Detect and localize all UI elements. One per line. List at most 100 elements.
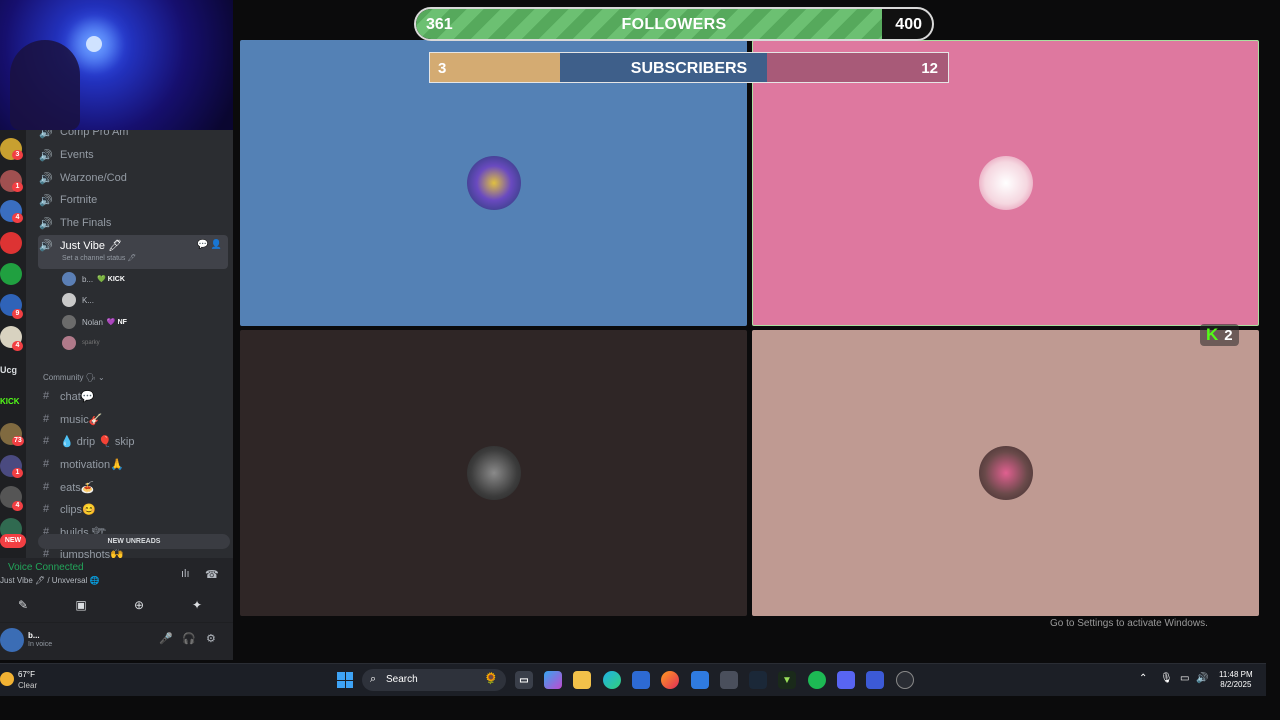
text-channel[interactable]: # music🎸: [38, 409, 228, 429]
participant-avatar: [978, 446, 1033, 500]
hash-icon: #: [42, 503, 50, 515]
voice-user[interactable]: K...: [62, 291, 222, 309]
steam-icon[interactable]: [749, 671, 767, 689]
channel-actions-icon[interactable]: 💬 👤: [197, 239, 222, 250]
voice-channel[interactable]: 🔊 Fortnite: [38, 190, 228, 210]
subscribers-goal: 12: [921, 60, 938, 77]
soundboard-button[interactable]: ✦: [174, 595, 220, 615]
server-icon[interactable]: [0, 232, 22, 254]
kick-icon: K: [1206, 325, 1219, 344]
server-badge: 4: [12, 501, 23, 511]
voice-channel[interactable]: 🔊 Warzone/Cod: [38, 168, 228, 188]
text-channel[interactable]: # clips😊: [38, 499, 228, 519]
viewer-count: 2: [1224, 326, 1233, 344]
camera-off-button[interactable]: ✎: [0, 595, 46, 615]
server-kick-label[interactable]: KICK: [0, 397, 20, 406]
speaker-icon: 🔊: [39, 149, 53, 162]
weather-moon-icon[interactable]: [0, 672, 14, 686]
channel-status[interactable]: Set a channel status 🖊: [62, 254, 136, 262]
speaker-icon: 🔊: [39, 130, 53, 139]
category-header[interactable]: Community 🗣 ⌄: [43, 373, 105, 382]
followers-goal: 400: [895, 16, 922, 33]
screen-edge: [1266, 0, 1280, 720]
voice-channel-active[interactable]: 🔊 Just Vibe 🖊 💬 👤: [38, 235, 228, 269]
screen-share-button[interactable]: ▣: [58, 595, 104, 615]
hash-icon: #: [42, 435, 50, 447]
avatar: [62, 315, 76, 329]
avatar[interactable]: [0, 628, 24, 652]
search-icon: ⌕: [370, 673, 377, 685]
screen-share-icon: ▣: [75, 598, 87, 612]
avatar: [62, 272, 76, 286]
voice-channel[interactable]: 🔊 The Finals: [38, 213, 228, 233]
obs-icon[interactable]: [896, 671, 914, 689]
server-badge: 4: [12, 341, 23, 351]
edge-icon[interactable]: [603, 671, 621, 689]
taskbar: 67°F Clear ⌕ Search 🌻 ▭ ▼ ⌃ 🎙 ▭ 🔊 11:48 …: [0, 663, 1266, 696]
webcam-light: [86, 36, 102, 52]
followers-goal-bar: 361 FOLLOWERS 400: [414, 7, 934, 41]
server-icon[interactable]: [0, 263, 22, 285]
taskbar-search[interactable]: ⌕ Search 🌻: [362, 669, 506, 691]
voice-location[interactable]: Just Vibe 🖊 / Unxversal 🌐: [0, 576, 100, 585]
text-channel[interactable]: # motivation🙏: [38, 454, 228, 474]
gear-icon[interactable]: ⚙: [206, 632, 216, 645]
task-view-icon[interactable]: ▭: [515, 671, 533, 689]
new-unreads-button[interactable]: NEW UNREADS: [38, 534, 230, 549]
activate-windows-watermark: Go to Settings to activate Windows.: [1050, 618, 1208, 629]
channel-sidebar: 🔊 Comp Pro Am 🔊 Events 🔊 Warzone/Cod 🔊 Fortn…: [26, 130, 233, 558]
server-badge: 1: [12, 182, 23, 192]
voice-user[interactable]: b... 💚 KICK: [62, 270, 222, 288]
app-icon[interactable]: [866, 671, 884, 689]
voice-channel[interactable]: 🔊 Comp Pro Am: [38, 130, 228, 142]
speaker-icon: 🔊: [39, 194, 53, 207]
voice-panel: Voice Connected Just Vibe 🖊 / Unxversal …: [0, 558, 233, 623]
text-channel[interactable]: # eats🍝: [38, 477, 228, 497]
dropbox-icon[interactable]: [691, 671, 709, 689]
copilot-icon[interactable]: [544, 671, 562, 689]
activity-button[interactable]: ⊕: [116, 595, 162, 615]
weather-desc[interactable]: Clear: [18, 681, 37, 690]
file-explorer-icon[interactable]: [573, 671, 591, 689]
speaker-icon: 🔊: [39, 240, 53, 252]
nvidia-icon[interactable]: ▼: [778, 671, 796, 689]
screen: 3 1 4 9 4 Ucg KICK 73 1 4 NEW 🔊 Comp Pro …: [0, 0, 1280, 720]
server-badge: 9: [12, 309, 23, 319]
microphone-icon[interactable]: 🎤: [159, 632, 173, 645]
video-tile[interactable]: [240, 330, 747, 616]
participant-avatar: [978, 156, 1033, 210]
microphone-icon[interactable]: 🎙: [1160, 673, 1173, 684]
discord-icon[interactable]: [837, 671, 855, 689]
voice-user[interactable]: sparky: [62, 334, 222, 352]
volume-icon[interactable]: 🔊: [1196, 673, 1208, 684]
webcam-person: [10, 40, 80, 130]
voice-channel[interactable]: 🔊 Events: [38, 145, 228, 165]
new-unreads-pill[interactable]: NEW: [0, 534, 26, 548]
text-channel[interactable]: # 💧 drip 🎈 skip: [38, 431, 228, 451]
sunflower-icon: 🌻: [484, 673, 498, 685]
headphones-icon[interactable]: 🎧: [182, 632, 196, 645]
spotify-icon[interactable]: [808, 671, 826, 689]
participant-avatar: [466, 156, 521, 210]
server-badge: 1: [12, 468, 23, 478]
disconnect-icon[interactable]: ☎: [205, 568, 219, 581]
noise-suppression-icon[interactable]: ılı: [181, 568, 190, 580]
text-channel[interactable]: # chat💬: [38, 386, 228, 406]
app-window-icon[interactable]: [720, 671, 738, 689]
chevron-up-icon[interactable]: ⌃: [1139, 673, 1147, 684]
store-icon[interactable]: [632, 671, 650, 689]
speaker-icon: 🔊: [39, 172, 53, 185]
network-icon[interactable]: ▭: [1180, 673, 1189, 684]
avatar: [62, 293, 76, 307]
video-tile[interactable]: [752, 330, 1259, 616]
subscribers-goal-bar: 3 SUBSCRIBERS 12: [429, 52, 949, 83]
clock[interactable]: 11:48 PM 8/2/2025: [1219, 670, 1253, 690]
server-label: Ucg: [0, 365, 18, 375]
firefox-icon[interactable]: [661, 671, 679, 689]
start-button[interactable]: [337, 672, 353, 688]
voice-connected-status[interactable]: Voice Connected: [8, 562, 84, 573]
kick-viewer-count: K 2: [1200, 324, 1239, 346]
voice-user[interactable]: Nolan 💜 NF: [62, 313, 222, 331]
username[interactable]: b...: [28, 631, 40, 640]
weather-temp[interactable]: 67°F: [18, 670, 35, 679]
